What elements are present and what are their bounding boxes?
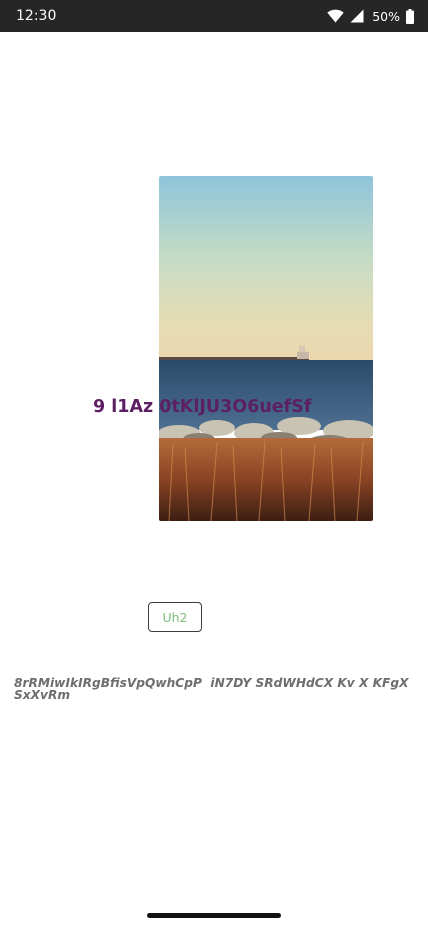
overlay-text: 9 l1Az 0tKlJU3O6uefSf: [93, 397, 312, 417]
status-icons: 50%: [327, 6, 414, 26]
status-bar: 12:30 50%: [0, 0, 428, 32]
signal-icon: [350, 9, 364, 23]
uh2-button[interactable]: Uh2: [148, 602, 202, 632]
status-time: 12:30: [16, 8, 57, 24]
home-indicator[interactable]: [147, 913, 281, 918]
body-text: 8rRMiwIkIRgBfisVpQwhCpP iN7DY SRdWHdCX K…: [14, 676, 413, 702]
wifi-icon: [327, 9, 344, 23]
battery-percent: 50%: [372, 8, 400, 24]
landscape-photo: [159, 176, 373, 521]
battery-icon: [406, 8, 414, 24]
